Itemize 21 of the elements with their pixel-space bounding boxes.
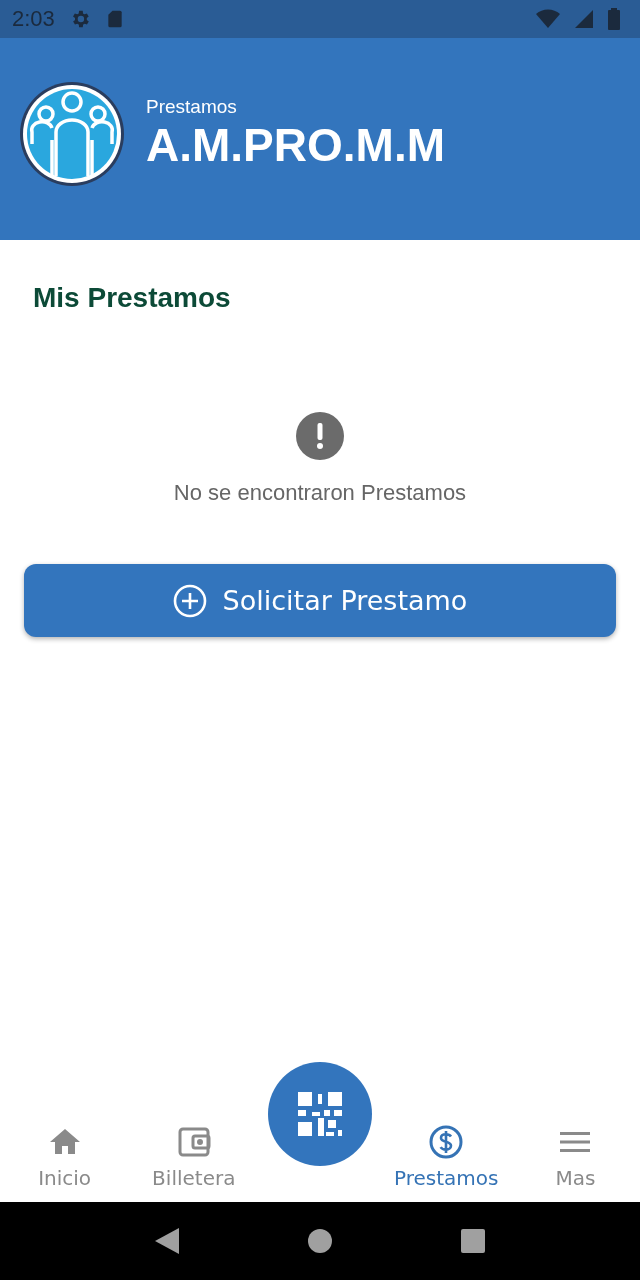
wifi-icon xyxy=(536,9,560,29)
header-title: A.M.PRO.M.M xyxy=(146,118,445,172)
header-subtitle: Prestamos xyxy=(146,96,238,118)
battery-icon xyxy=(608,8,620,30)
alert-icon xyxy=(296,412,344,460)
dollar-icon xyxy=(428,1124,465,1160)
qr-code-icon xyxy=(297,1092,342,1136)
home-button-icon[interactable] xyxy=(308,1229,332,1253)
request-loan-button[interactable]: Solicitar Prestamo xyxy=(24,564,616,637)
recents-icon[interactable] xyxy=(461,1229,486,1253)
status-time: 2:03 xyxy=(12,6,55,32)
nav-tab[interactable]: Prestamos xyxy=(391,1124,502,1190)
section-title: Mis Prestamos xyxy=(33,282,231,314)
signal-icon xyxy=(574,9,594,29)
back-icon[interactable] xyxy=(154,1228,179,1254)
nav-tab[interactable]: Inicio xyxy=(9,1124,120,1190)
empty-message: No se encontraron Prestamos xyxy=(173,480,467,506)
nav-tab[interactable]: Billetera xyxy=(138,1124,249,1190)
plus-circle-icon xyxy=(172,583,207,618)
nav-tab[interactable]: Mas xyxy=(520,1124,631,1190)
people-logo-icon xyxy=(18,80,126,188)
